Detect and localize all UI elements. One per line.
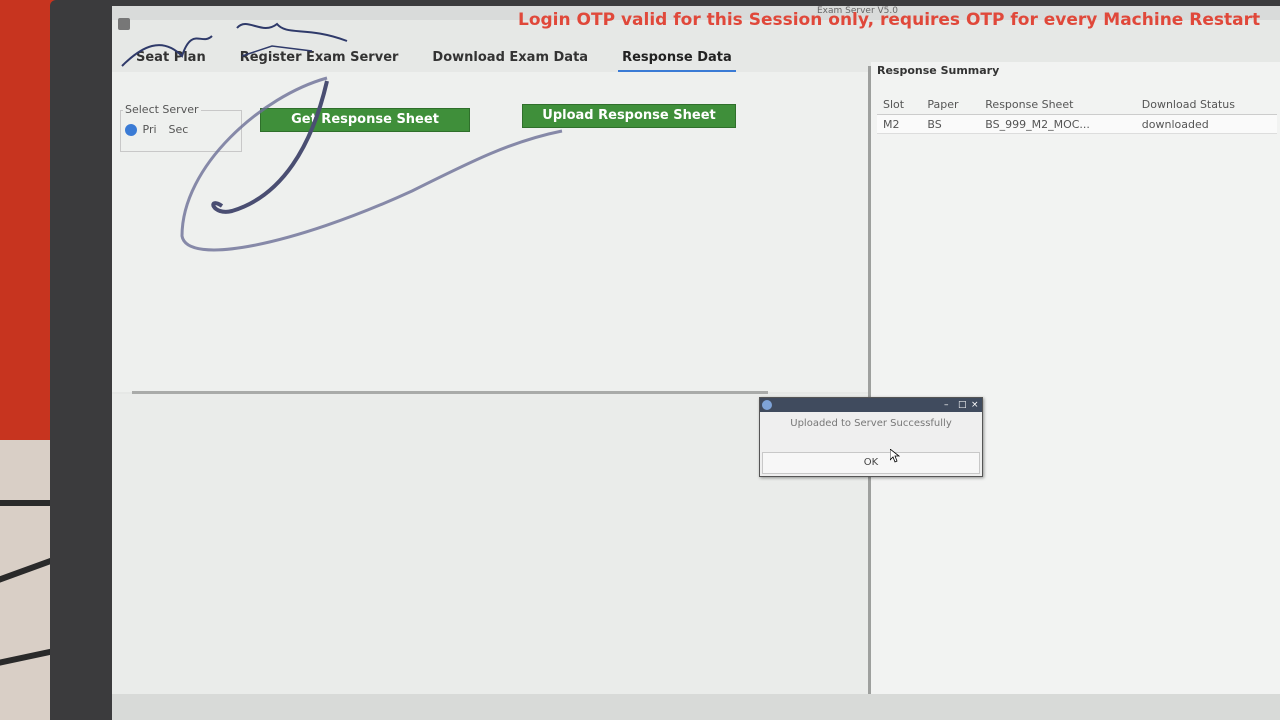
app-screen: Exam Server V5.0 Login OTP valid for thi… xyxy=(112,6,1280,720)
radio-secondary[interactable]: Sec xyxy=(169,123,189,136)
otp-banner: Login OTP valid for this Session only, r… xyxy=(518,10,1261,30)
summary-panel: Response Summary Slot Paper Response She… xyxy=(871,62,1280,702)
radio-secondary-label: Sec xyxy=(168,123,189,136)
cell-response-sheet: BS_999_M2_MOC... xyxy=(979,114,1136,134)
radio-checked-icon xyxy=(125,124,137,136)
cell-download-status: downloaded xyxy=(1135,114,1277,134)
dialog-app-icon xyxy=(762,400,772,410)
app-icon xyxy=(118,18,130,30)
server-select-group: Select Server Pri Sec xyxy=(120,103,242,152)
tab-download-exam-data[interactable]: Download Exam Data xyxy=(428,50,592,72)
log-panel xyxy=(112,394,868,694)
mouse-cursor-icon xyxy=(890,449,900,463)
tab-seat-plan[interactable]: Seat Plan xyxy=(132,50,210,72)
dialog-message: Uploaded to Server Successfully xyxy=(790,418,952,429)
ok-button[interactable]: OK xyxy=(762,452,980,474)
dialog-titlebar: – □ × xyxy=(760,398,982,412)
column-header-paper[interactable]: Paper xyxy=(921,94,980,115)
close-icon[interactable]: × xyxy=(971,399,979,411)
maximize-icon[interactable]: □ xyxy=(958,399,967,411)
minimize-icon[interactable]: – xyxy=(944,399,949,411)
table-row[interactable]: M2 BS BS_999_M2_MOC... downloaded xyxy=(877,114,1277,134)
tab-response-data[interactable]: Response Data xyxy=(618,50,736,72)
server-radio-row: Pri Sec xyxy=(125,123,188,136)
summary-table: Slot Paper Response Sheet Download Statu… xyxy=(877,94,1277,134)
message-dialog: – □ × Uploaded to Server Successfully OK xyxy=(759,397,983,477)
summary-title: Response Summary xyxy=(877,64,1000,77)
column-header-download-status[interactable]: Download Status xyxy=(1135,94,1277,115)
tab-register-exam-server[interactable]: Register Exam Server xyxy=(236,50,403,72)
column-header-slot[interactable]: Slot xyxy=(877,94,922,115)
cell-paper: BS xyxy=(921,114,980,134)
response-panel: Select Server Pri Sec Get Response Sheet… xyxy=(112,72,868,392)
tab-bar: Seat Plan Register Exam Server Download … xyxy=(132,50,736,72)
status-bar xyxy=(112,694,1280,720)
get-response-sheet-button[interactable]: Get Response Sheet xyxy=(260,108,470,132)
cell-slot: M2 xyxy=(877,114,922,134)
server-select-legend: Select Server xyxy=(123,103,201,116)
radio-primary[interactable]: Pri xyxy=(125,123,157,136)
radio-primary-label: Pri xyxy=(142,123,157,136)
upload-response-sheet-button[interactable]: Upload Response Sheet xyxy=(522,104,736,128)
column-header-response-sheet[interactable]: Response Sheet xyxy=(979,94,1136,115)
table-header-row: Slot Paper Response Sheet Download Statu… xyxy=(877,94,1277,115)
